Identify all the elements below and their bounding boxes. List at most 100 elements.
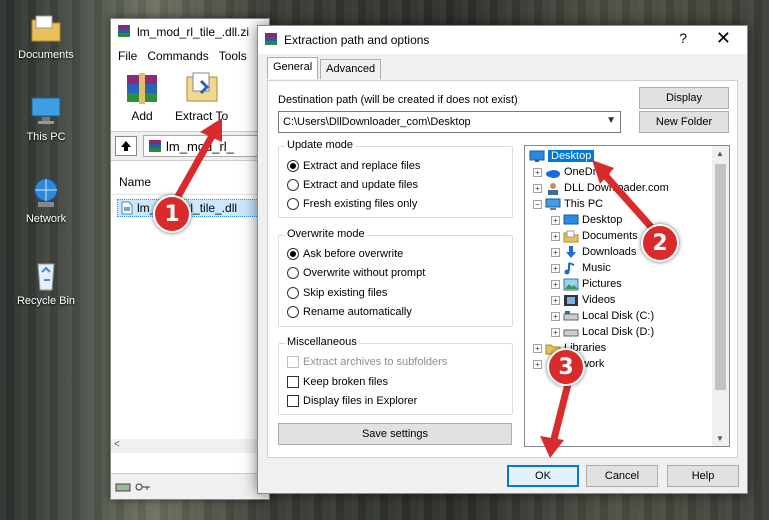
radio-indicator[interactable] bbox=[287, 306, 299, 318]
music-note-icon bbox=[563, 261, 579, 275]
chevron-down-icon[interactable]: ▼ bbox=[606, 115, 616, 126]
tree-item-label: Local Disk (D:) bbox=[582, 326, 655, 338]
checkbox-indicator[interactable] bbox=[287, 376, 299, 388]
dll-file-icon bbox=[121, 201, 133, 215]
save-settings-button[interactable]: Save settings bbox=[278, 423, 512, 445]
tree-item-this-pc[interactable]: − This PC bbox=[533, 196, 603, 212]
expand-toggle[interactable]: + bbox=[533, 359, 542, 369]
expand-toggle[interactable]: + bbox=[551, 295, 560, 305]
expand-toggle[interactable]: + bbox=[551, 311, 560, 321]
checkbox-label: Extract archives to subfolders bbox=[303, 356, 448, 368]
archive-path-field[interactable]: lm_mod_rl_ bbox=[143, 135, 269, 157]
desktop-icon-recycle-bin[interactable]: Recycle Bin bbox=[6, 258, 86, 307]
menu-tools[interactable]: Tools bbox=[219, 49, 247, 63]
desktop-icon-label: Documents bbox=[18, 49, 74, 61]
tree-item-local-disk-c[interactable]: + Local Disk (C:) bbox=[551, 308, 654, 324]
expand-toggle[interactable]: + bbox=[551, 263, 560, 273]
extract-folder-icon bbox=[181, 71, 223, 107]
winrar-titlebar[interactable]: lm_mod_rl_tile_.dll.zi bbox=[111, 19, 269, 45]
radio-fresh-existing[interactable]: Fresh existing files only bbox=[287, 198, 417, 210]
dialog-titlebar[interactable]: Extraction path and options ? ✕ bbox=[258, 26, 747, 54]
cancel-button[interactable]: Cancel bbox=[586, 465, 658, 487]
drive-icon bbox=[563, 310, 579, 323]
radio-indicator[interactable] bbox=[287, 287, 299, 299]
menu-commands[interactable]: Commands bbox=[147, 49, 208, 63]
radio-indicator[interactable] bbox=[287, 160, 299, 172]
radio-ask-before-overwrite[interactable]: Ask before overwrite bbox=[287, 248, 403, 260]
tree-item-onedrive[interactable]: + OneDrive bbox=[533, 164, 610, 180]
documents-icon bbox=[563, 230, 579, 243]
add-button[interactable]: Add bbox=[121, 71, 163, 127]
horizontal-scrollbar[interactable]: < bbox=[111, 439, 269, 453]
radio-rename-automatically[interactable]: Rename automatically bbox=[287, 306, 412, 318]
radio-label: Skip existing files bbox=[303, 287, 388, 299]
desktop-icon-documents[interactable]: Documents bbox=[6, 12, 86, 61]
folder-tree[interactable]: Desktop + OneDrive + DLL Downloader.com … bbox=[524, 145, 730, 447]
menu-file[interactable]: File bbox=[118, 49, 137, 63]
ok-button[interactable]: OK bbox=[507, 465, 579, 487]
tree-item-documents[interactable]: + Documents bbox=[551, 228, 638, 244]
tree-item-pc-desktop[interactable]: + Desktop bbox=[551, 212, 622, 228]
extract-to-button[interactable]: Extract To bbox=[175, 71, 228, 127]
close-button[interactable]: ✕ bbox=[716, 28, 731, 49]
radio-indicator[interactable] bbox=[287, 179, 299, 191]
expand-toggle[interactable]: + bbox=[533, 183, 542, 193]
radio-extract-replace[interactable]: Extract and replace files bbox=[287, 160, 420, 172]
checkbox-keep-broken-files[interactable]: Keep broken files bbox=[287, 376, 388, 388]
archive-books-icon bbox=[121, 71, 163, 107]
miscellaneous-label: Miscellaneous bbox=[285, 336, 359, 348]
tree-item-music[interactable]: + Music bbox=[551, 260, 611, 276]
help-titlebar-button[interactable]: ? bbox=[679, 30, 687, 46]
checkbox-indicator[interactable] bbox=[287, 395, 299, 407]
radio-extract-update[interactable]: Extract and update files bbox=[287, 179, 418, 191]
desktop-icon-network[interactable]: Network bbox=[6, 176, 86, 225]
radio-indicator[interactable] bbox=[287, 198, 299, 210]
destination-path-combobox[interactable]: C:\Users\DllDownloader_com\Desktop ▼ bbox=[278, 111, 621, 133]
radio-indicator[interactable] bbox=[287, 248, 299, 260]
up-folder-button[interactable] bbox=[115, 136, 137, 156]
tree-item-desktop[interactable]: Desktop bbox=[529, 148, 595, 164]
radio-overwrite-without-prompt[interactable]: Overwrite without prompt bbox=[287, 267, 425, 279]
expand-toggle[interactable]: + bbox=[551, 327, 560, 337]
tree-item-local-disk-d[interactable]: + Local Disk (D:) bbox=[551, 324, 654, 340]
desktop-icon-this-pc[interactable]: This PC bbox=[6, 94, 86, 143]
collapse-toggle[interactable]: − bbox=[533, 199, 542, 209]
miscellaneous-group: Miscellaneous Extract archives to subfol… bbox=[278, 336, 513, 415]
expand-toggle[interactable]: + bbox=[533, 343, 542, 353]
recycle-bin-icon bbox=[28, 258, 64, 292]
tree-item-pictures[interactable]: + Pictures bbox=[551, 276, 622, 292]
expand-toggle[interactable]: + bbox=[551, 247, 560, 257]
radio-skip-existing[interactable]: Skip existing files bbox=[287, 287, 387, 299]
destination-path-value: C:\Users\DllDownloader_com\Desktop bbox=[283, 116, 471, 128]
scroll-left-arrow[interactable]: < bbox=[114, 439, 120, 450]
radio-label: Rename automatically bbox=[303, 306, 412, 318]
radio-indicator[interactable] bbox=[287, 267, 299, 279]
scroll-down-arrow[interactable]: ▼ bbox=[716, 434, 724, 443]
tree-item-videos[interactable]: + Videos bbox=[551, 292, 615, 308]
tab-general[interactable]: General bbox=[267, 57, 319, 79]
tree-scrollbar[interactable]: ▲ ▼ bbox=[712, 146, 729, 446]
tab-advanced[interactable]: Advanced bbox=[320, 59, 382, 79]
column-header-name[interactable]: Name bbox=[111, 169, 269, 195]
expand-toggle[interactable]: + bbox=[533, 167, 542, 177]
up-arrow-icon bbox=[121, 141, 131, 151]
desktop-folder-icon bbox=[563, 214, 579, 227]
desktop-icon-label: This PC bbox=[26, 131, 66, 143]
scrollbar-thumb[interactable] bbox=[715, 164, 726, 390]
scroll-up-arrow[interactable]: ▲ bbox=[716, 149, 724, 158]
checkbox-label: Display files in Explorer bbox=[303, 395, 418, 407]
expand-toggle[interactable]: + bbox=[551, 231, 560, 241]
help-button[interactable]: Help bbox=[667, 465, 739, 487]
new-folder-button[interactable]: New Folder bbox=[639, 111, 729, 133]
tree-item-downloads[interactable]: + Downloads bbox=[551, 244, 636, 260]
tree-item-label: Documents bbox=[582, 230, 638, 242]
expand-toggle[interactable]: + bbox=[551, 279, 560, 289]
display-button[interactable]: Display bbox=[639, 87, 729, 109]
cloud-icon bbox=[545, 166, 561, 179]
tree-item-label: Local Disk (C:) bbox=[582, 310, 655, 322]
tree-item-dll-downloader[interactable]: + DLL Downloader.com bbox=[533, 180, 669, 196]
winrar-menubar: File Commands Tools bbox=[111, 45, 269, 67]
checkbox-display-in-explorer[interactable]: Display files in Explorer bbox=[287, 395, 417, 407]
expand-toggle[interactable]: + bbox=[551, 215, 560, 225]
checkbox-indicator bbox=[287, 356, 299, 368]
